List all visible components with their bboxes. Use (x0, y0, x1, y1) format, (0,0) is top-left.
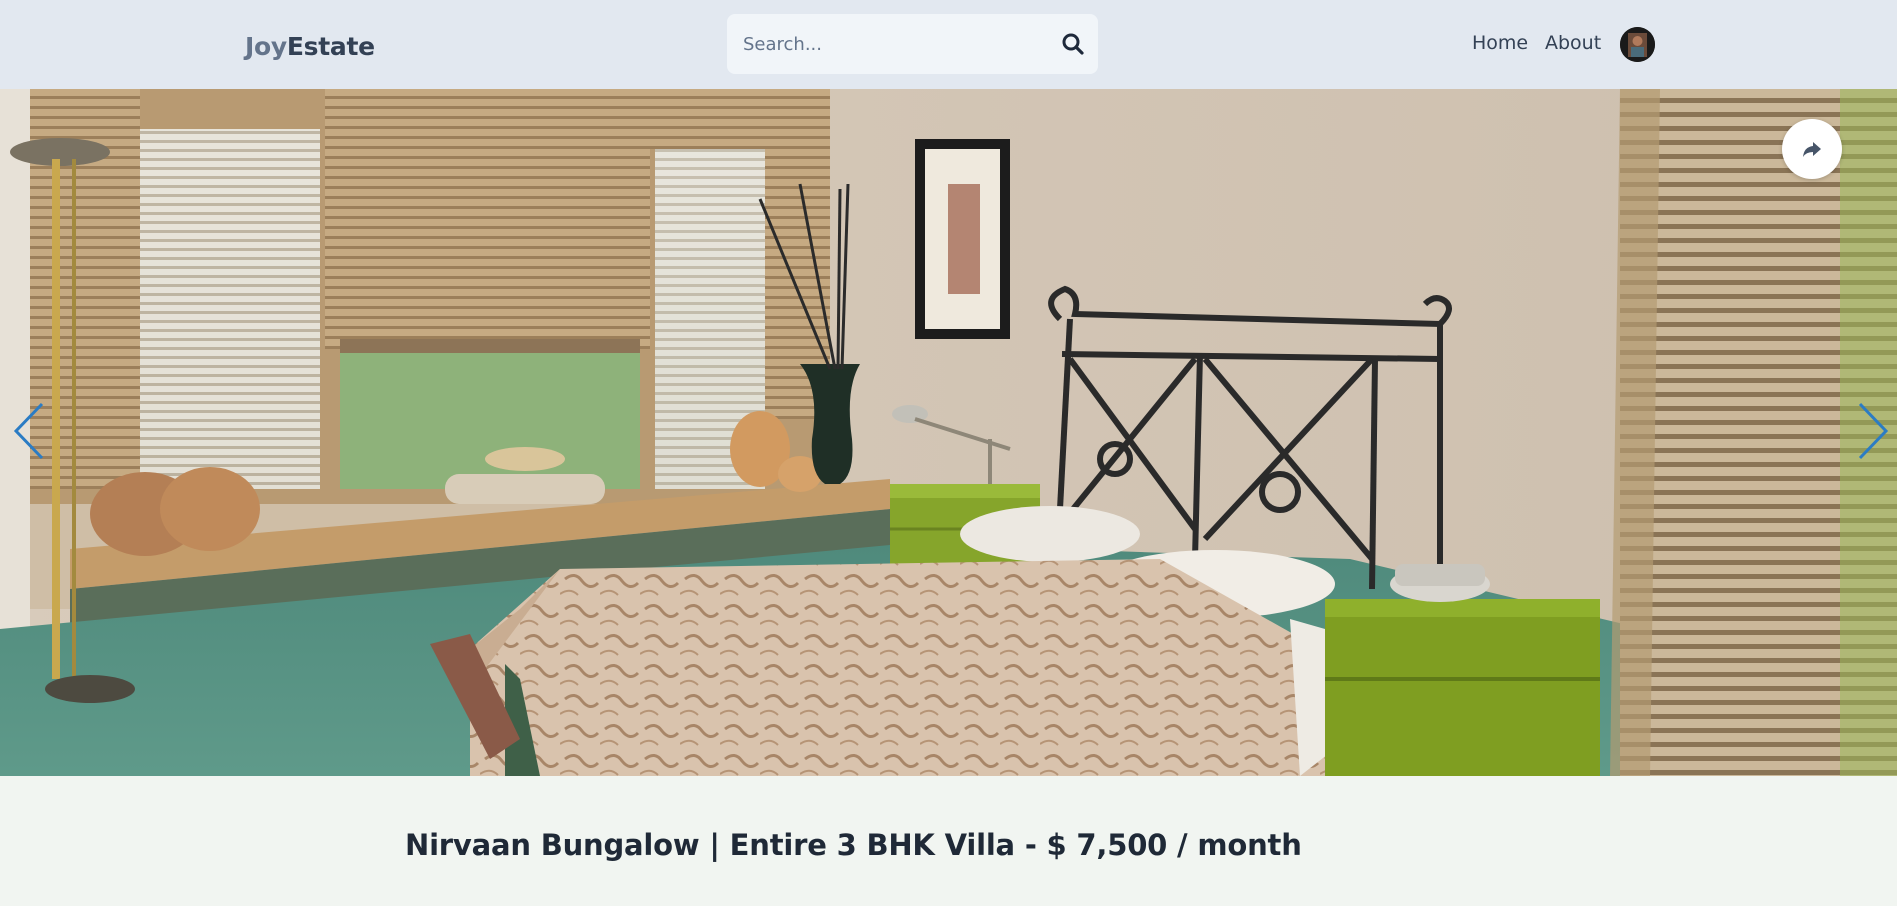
share-button[interactable] (1782, 119, 1842, 179)
search-bar (727, 14, 1098, 74)
property-photo-bedroom (0, 89, 1897, 776)
share-icon (1803, 142, 1821, 157)
listing-title: Nirvaan Bungalow | Entire 3 BHK Villa - … (405, 828, 1302, 862)
nav-about-link[interactable]: About (1545, 32, 1601, 54)
property-image-carousel (0, 89, 1897, 776)
avatar-image (1620, 27, 1655, 62)
site-header: JoyEstate Home About (0, 0, 1897, 89)
search-input[interactable] (727, 14, 1047, 74)
chevron-left-icon (13, 402, 44, 460)
search-button[interactable] (1060, 31, 1086, 57)
carousel-prev-button[interactable] (10, 400, 50, 462)
logo-text-joy: Joy (245, 32, 287, 61)
logo-text-estate: Estate (286, 32, 375, 61)
site-logo[interactable]: JoyEstate (245, 32, 375, 61)
chevron-right-icon (1858, 402, 1889, 460)
carousel-next-button[interactable] (1852, 400, 1892, 462)
search-icon (1062, 33, 1084, 55)
nav-home-link[interactable]: Home (1472, 32, 1528, 54)
user-avatar[interactable] (1620, 27, 1655, 62)
listing-details: Nirvaan Bungalow | Entire 3 BHK Villa - … (0, 776, 1897, 906)
